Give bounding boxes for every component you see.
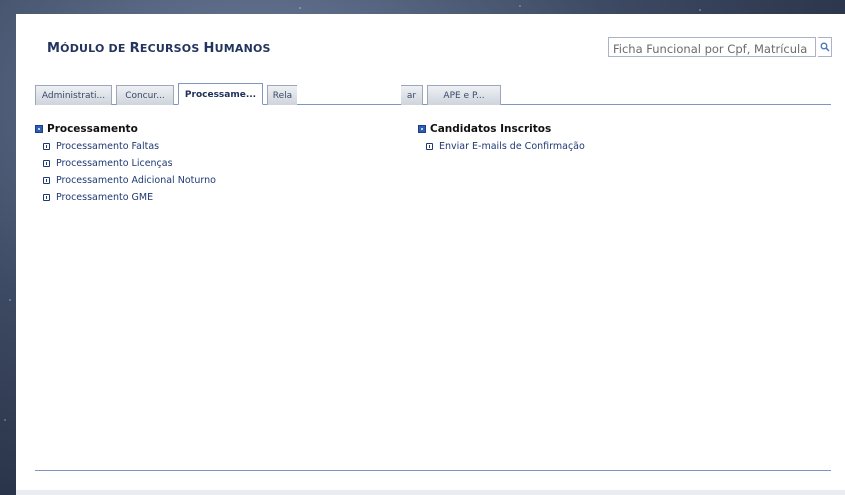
section-processamento: Processamento Processamento Faltas Proce… <box>35 122 216 206</box>
section-candidatos-inscritos: Candidatos Inscritos Enviar E-mails de C… <box>418 122 585 155</box>
bottom-band <box>16 490 845 495</box>
link-label[interactable]: Processamento Licenças <box>56 158 173 169</box>
link-processamento-gme[interactable]: Processamento GME <box>43 189 216 206</box>
tab-ar[interactable]: ar <box>401 85 423 105</box>
hr-module-page: MÓDULO DE RECURSOS HUMANOS Administrati.… <box>16 14 845 495</box>
footer-divider <box>35 470 831 471</box>
module-title-text: ÓDULO DE <box>60 42 130 55</box>
tab-concursos[interactable]: Concur... <box>116 85 174 105</box>
link-enviar-emails-confirmacao[interactable]: Enviar E-mails de Confirmação <box>426 138 585 155</box>
search-button[interactable] <box>818 37 832 57</box>
link-processamento-licencas[interactable]: Processamento Licenças <box>43 155 216 172</box>
tab-administracao[interactable]: Administrati... <box>35 85 112 105</box>
item-bullet-icon <box>43 177 50 184</box>
module-title-text: M <box>47 41 61 56</box>
item-bullet-icon <box>43 160 50 167</box>
section-bullet-icon <box>35 125 43 133</box>
search-field[interactable] <box>608 37 816 58</box>
tab-processamento[interactable]: Processame... <box>178 83 263 105</box>
section-title: Processamento <box>47 123 138 135</box>
item-bullet-icon <box>426 143 433 150</box>
item-bullet-icon <box>43 143 50 150</box>
module-title-text: UMANOS <box>214 42 271 55</box>
tab-ape[interactable]: APE e P... <box>427 85 501 105</box>
section-header: Processamento <box>35 122 216 136</box>
item-bullet-icon <box>43 194 50 201</box>
search-icon <box>820 42 830 52</box>
module-title-text: ECURSOS <box>139 42 204 55</box>
section-bullet-icon <box>418 125 426 133</box>
link-label[interactable]: Processamento Faltas <box>56 141 159 152</box>
module-title-text: R <box>129 41 140 56</box>
section-title: Candidatos Inscritos <box>430 123 552 135</box>
module-title: MÓDULO DE RECURSOS HUMANOS <box>47 41 271 56</box>
search-input[interactable] <box>609 40 815 58</box>
link-label[interactable]: Processamento Adicional Noturno <box>56 175 216 186</box>
section-header: Candidatos Inscritos <box>418 122 585 136</box>
module-title-text: H <box>203 41 215 56</box>
link-label[interactable]: Processamento GME <box>56 192 153 203</box>
link-processamento-faltas[interactable]: Processamento Faltas <box>43 138 216 155</box>
tab-relatorios[interactable]: Rela <box>267 85 297 105</box>
link-processamento-adicional-noturno[interactable]: Processamento Adicional Noturno <box>43 172 216 189</box>
tab-bar: Administrati... Concur... Processame... … <box>35 83 831 105</box>
link-label[interactable]: Enviar E-mails de Confirmação <box>439 141 585 152</box>
